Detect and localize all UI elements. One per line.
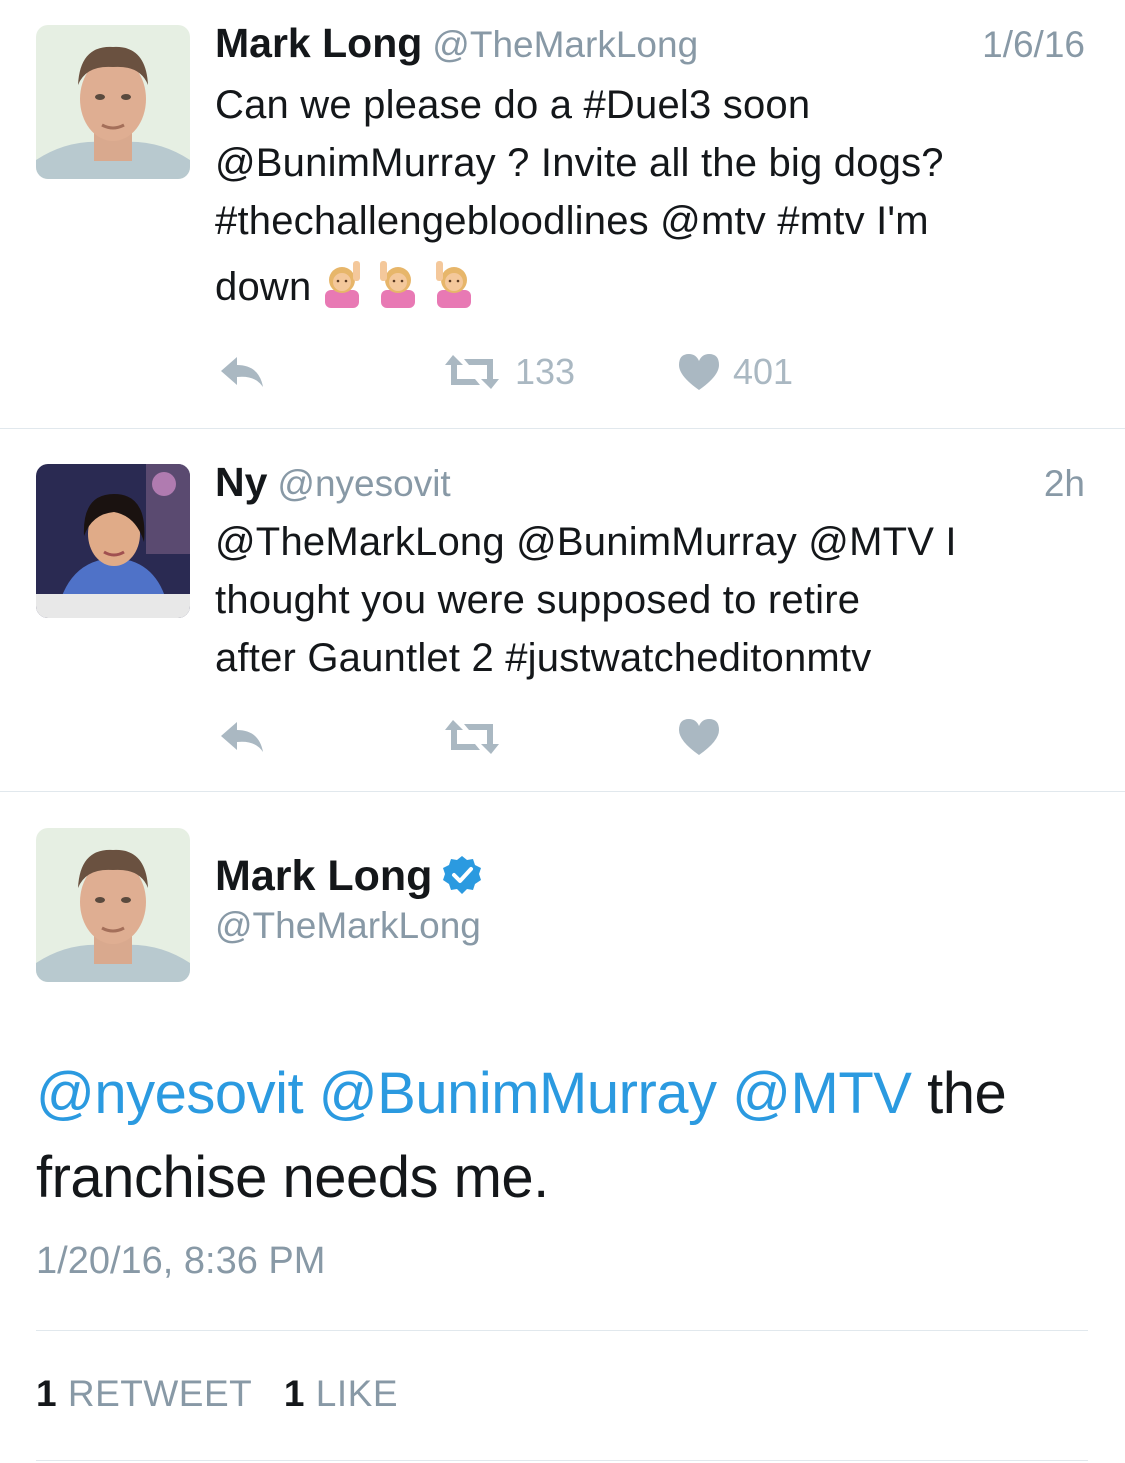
mention-link[interactable]: @MTV xyxy=(732,1061,912,1126)
retweet-button[interactable]: 133 xyxy=(443,347,575,397)
like-count: 401 xyxy=(733,351,794,392)
reply-icon xyxy=(221,357,263,387)
tweet-text-line: #thechallengebloodlines @mtv #mtv I'm xyxy=(215,199,929,243)
tweet-actions xyxy=(215,712,915,762)
reply-icon xyxy=(221,722,263,752)
avatar-photo-icon xyxy=(36,464,190,618)
heart-icon xyxy=(679,354,719,390)
tweet-header: Ny @nyesovit xyxy=(215,459,451,506)
avatar-mark-long[interactable] xyxy=(36,828,190,982)
retweet-label: RETWEET xyxy=(67,1373,252,1414)
like-count: 1 xyxy=(283,1373,305,1414)
tweet-text: @TheMarkLong @BunimMurray @MTV I thought… xyxy=(215,513,1095,687)
retweet-count: 133 xyxy=(515,351,576,392)
like-button[interactable] xyxy=(679,712,719,762)
raising-hand-emoji xyxy=(373,258,423,308)
tweet-time: 1/6/16 xyxy=(982,24,1085,65)
focused-text-line: @nyesovit @BunimMurray @MTV the xyxy=(36,1052,1096,1136)
retweet-icon xyxy=(445,720,499,754)
tweet-2[interactable]: Ny @nyesovit 2h @TheMarkLong @BunimMurray… xyxy=(0,429,1125,791)
avatar-photo-icon xyxy=(36,25,190,179)
focused-text-line: franchise needs me. xyxy=(36,1145,549,1210)
avatar-photo-icon xyxy=(36,828,190,982)
tweet-text-line-last: down xyxy=(215,258,1095,316)
verified-badge-icon xyxy=(442,855,482,895)
tweet-actions: 133 401 xyxy=(215,347,915,397)
retweet-button[interactable] xyxy=(443,712,501,762)
divider xyxy=(36,1460,1088,1461)
tweet-text-line: @TheMarkLong @BunimMurray @MTV I xyxy=(215,520,957,564)
tweet-text-line: thought you were supposed to retire xyxy=(215,578,861,622)
user-handle[interactable]: @nyesovit xyxy=(277,463,450,504)
avatar-mark-long[interactable] xyxy=(36,25,190,179)
display-name[interactable]: Ny xyxy=(215,459,267,505)
user-handle[interactable]: @TheMarkLong xyxy=(432,24,698,65)
tweet-text-word: down xyxy=(215,265,312,309)
user-handle[interactable]: @TheMarkLong xyxy=(215,905,481,947)
focused-header: Mark Long xyxy=(215,852,482,901)
avatar-ny[interactable] xyxy=(36,464,190,618)
tweet-time: 2h xyxy=(1043,463,1085,504)
retweet-icon xyxy=(445,355,499,389)
likes-stat[interactable]: 1 LIKE xyxy=(284,1373,398,1414)
mention-link[interactable]: @nyesovit xyxy=(36,1061,304,1126)
heart-icon xyxy=(679,719,719,755)
like-button[interactable]: 401 xyxy=(679,347,793,397)
focused-tweet-text: @nyesovit @BunimMurray @MTV the franchis… xyxy=(36,1052,1096,1220)
tweet-stats: 1 RETWEET 1 LIKE xyxy=(36,1373,398,1415)
like-label: LIKE xyxy=(315,1373,398,1414)
reply-button[interactable] xyxy=(219,712,265,762)
retweet-count: 1 xyxy=(36,1373,58,1414)
tweet-text: Can we please do a #Duel3 soon @BunimMur… xyxy=(215,76,1095,316)
tweet-header: Mark Long @TheMarkLong xyxy=(215,20,698,67)
tweet-1[interactable]: Mark Long @TheMarkLong 1/6/16 Can we plea… xyxy=(0,0,1125,428)
divider xyxy=(36,1330,1088,1331)
raising-hand-emoji xyxy=(429,258,479,308)
tweet-text-line: @BunimMurray ? Invite all the big dogs? xyxy=(215,141,944,185)
tweet-timestamp: 1/20/16, 8:36 PM xyxy=(36,1240,326,1282)
reply-button[interactable] xyxy=(219,347,265,397)
tweet-text-line: after Gauntlet 2 #justwatcheditonmtv xyxy=(215,636,872,680)
retweets-stat[interactable]: 1 RETWEET xyxy=(36,1373,252,1414)
text-fragment: the xyxy=(927,1061,1007,1126)
mention-link[interactable]: @BunimMurray xyxy=(319,1061,717,1126)
display-name[interactable]: Mark Long xyxy=(215,20,422,66)
tweet-text-line: Can we please do a #Duel3 soon xyxy=(215,83,811,127)
display-name[interactable]: Mark Long xyxy=(215,852,432,900)
raising-hand-emoji xyxy=(317,258,367,308)
